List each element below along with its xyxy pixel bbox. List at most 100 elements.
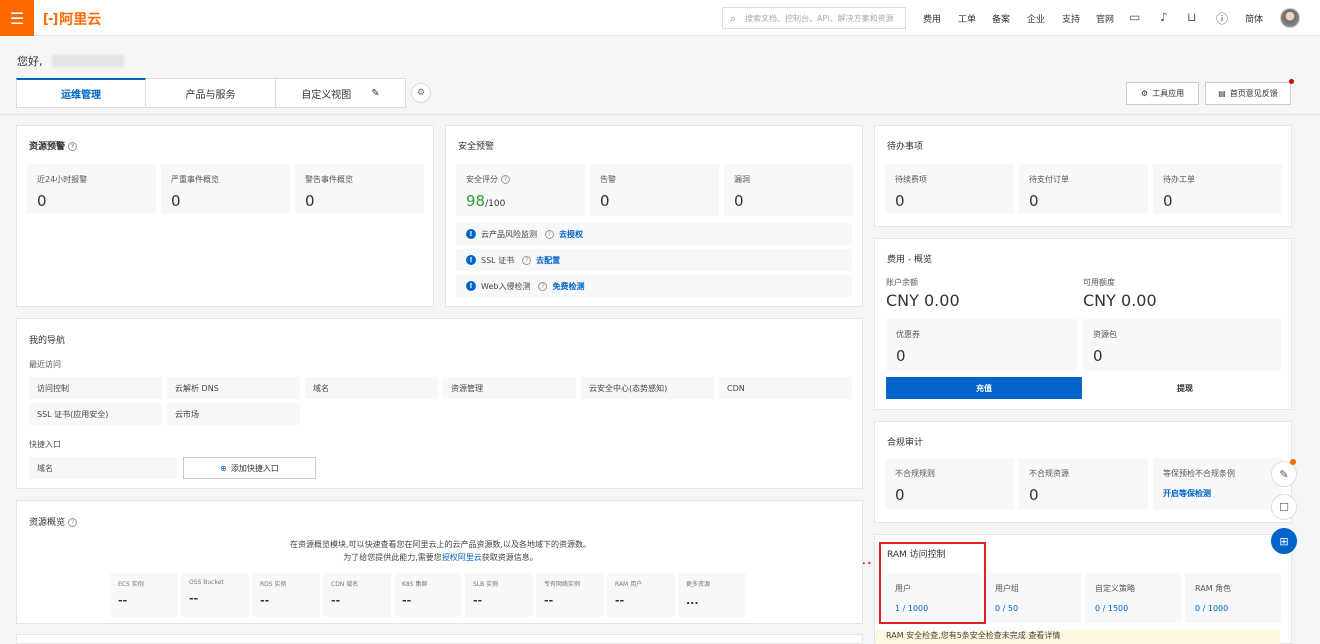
authorize-aliyun-link[interactable]: 授权阿里云 <box>442 553 482 562</box>
stat-label: 严重事件概览 <box>171 175 219 184</box>
cell-value: -- <box>189 592 199 605</box>
cell-value: -- <box>615 594 625 607</box>
nav-official-site[interactable]: 官网 <box>1096 12 1114 25</box>
compliance-title: 合规审计 <box>887 438 924 448</box>
recent-item[interactable]: 云安全中心(态势感知) <box>581 377 714 399</box>
recent-item[interactable]: 访问控制 <box>29 377 162 399</box>
ram-roles[interactable]: RAM 角色 0 / 1000 <box>1185 573 1281 623</box>
screen-icon[interactable]: ▭ <box>1129 10 1140 24</box>
help-icon[interactable]: ? <box>545 229 554 239</box>
resource-overview-card: 资源概览? 在资源概览模块,可以快速查看您在阿里云上的云产品资源数,以及各地域下… <box>16 500 863 624</box>
free-check-link[interactable]: 免费检测 <box>552 281 584 292</box>
withdraw-button[interactable]: 提现 <box>1087 377 1283 399</box>
alert-row-web-intrusion: ! Web入侵检测? 免费检测 <box>456 275 852 297</box>
stat-alerts-24h[interactable]: 近24小时报警 0 <box>27 164 156 214</box>
overview-cell[interactable]: 专有网络实例 -- <box>536 573 604 617</box>
cell-label: 专有网络实例 <box>544 581 581 588</box>
configure-link[interactable]: 去配置 <box>536 255 560 266</box>
security-vuln[interactable]: 漏洞 0 <box>724 164 853 216</box>
bell-icon[interactable]: ♪ <box>1160 10 1168 24</box>
document-icon: ▤ <box>1218 89 1226 98</box>
recent-item[interactable]: CDN <box>719 377 852 399</box>
divider <box>0 114 1320 115</box>
security-alarm[interactable]: 告警 0 <box>590 164 719 216</box>
tab-products[interactable]: 产品与服务 <box>146 78 276 108</box>
stat-warning[interactable]: 警告事件概览 0 <box>295 164 424 214</box>
cell-label: ECS 实例 <box>118 581 144 588</box>
enable-mlps-link[interactable]: 开启等保检测 <box>1163 488 1272 499</box>
coupon-stat[interactable]: 优惠券 0 <box>886 319 1078 371</box>
alert-row-ssl: ! SSL 证书? 去配置 <box>456 249 852 271</box>
overview-cell[interactable]: K8S 集群 -- <box>394 573 462 617</box>
todo-orders[interactable]: 待支付订单 0 <box>1019 164 1148 214</box>
search-input[interactable]: ⌕ 搜索文档、控制台、API、解决方案和资源 <box>722 7 906 29</box>
ram-policies-value[interactable]: 0 / 1500 <box>1095 604 1171 613</box>
help-icon[interactable]: ⓘ <box>1216 10 1228 27</box>
nav-billing[interactable]: 费用 <box>923 12 941 25</box>
add-shortcut-button[interactable]: ⊕ 添加快捷入口 <box>183 457 316 479</box>
menu-icon[interactable]: ☰ <box>0 0 34 36</box>
help-icon[interactable]: ? <box>501 175 510 184</box>
ram-groups-value[interactable]: 0 / 50 <box>995 604 1071 613</box>
overview-cell[interactable]: RDS 实例 -- <box>252 573 320 617</box>
todo-tickets[interactable]: 待办工单 0 <box>1153 164 1282 214</box>
overview-cell[interactable]: SLB 实例 -- <box>465 573 533 617</box>
overview-cell[interactable]: ECS 实例 -- <box>110 573 178 617</box>
view-tabs: 运维管理 产品与服务 自定义视图 ✎ <box>16 78 406 108</box>
balance-label: 账户余额 <box>886 278 918 287</box>
chat-icon[interactable]: ☐ <box>1271 494 1297 520</box>
overview-cell[interactable]: 更多资源... <box>678 573 746 617</box>
cart-icon[interactable]: ⊔ <box>1187 10 1196 24</box>
avatar[interactable] <box>1280 8 1300 28</box>
language-switch[interactable]: 简体 <box>1245 12 1263 25</box>
nav-enterprise[interactable]: 企业 <box>1027 12 1045 25</box>
stat-value: 0 <box>1029 486 1039 504</box>
settings-gear-icon[interactable]: ⚙ <box>411 83 431 103</box>
recent-item[interactable]: 云解析 DNS <box>167 377 300 399</box>
recent-item[interactable]: 资源管理 <box>443 377 576 399</box>
quick-item[interactable]: 域名 <box>29 457 177 479</box>
search-placeholder: 搜索文档、控制台、API、解决方案和资源 <box>745 13 894 23</box>
billing-title: 费用 - 概览 <box>887 255 932 265</box>
nav-ticket[interactable]: 工单 <box>958 12 976 25</box>
noncompliant-resources[interactable]: 不合规资源 0 <box>1019 458 1148 510</box>
recent-item[interactable]: SSL 证书(应用安全) <box>29 403 162 425</box>
recent-item[interactable]: 云市场 <box>167 403 300 425</box>
stat-value: 0 <box>1029 192 1039 210</box>
edit-icon[interactable]: ✎ <box>371 88 379 99</box>
feedback-button[interactable]: ▤ 首页意见反馈 <box>1205 82 1291 105</box>
help-icon[interactable]: ? <box>522 255 532 265</box>
recharge-button[interactable]: 充值 <box>886 377 1082 399</box>
stat-label: 不合规规则 <box>895 469 935 478</box>
package-stat[interactable]: 资源包 0 <box>1083 319 1281 371</box>
authorize-link[interactable]: 去授权 <box>559 229 583 240</box>
help-icon[interactable]: ? <box>538 281 548 291</box>
noncompliant-rules[interactable]: 不合规规则 0 <box>885 458 1014 510</box>
stat-value: 0 <box>895 192 905 210</box>
stat-label: 待办工单 <box>1163 175 1195 184</box>
stat-critical[interactable]: 严重事件概览 0 <box>161 164 290 214</box>
stat-value: 0 <box>734 192 744 210</box>
tab-ops[interactable]: 运维管理 <box>16 78 146 108</box>
ram-security-notice: RAM 安全检查,您有5条安全检查未完成 查看详情 <box>876 630 1280 644</box>
overview-cell[interactable]: CDN 域名 -- <box>323 573 391 617</box>
apps-grid-icon[interactable]: ⊞ <box>1271 528 1297 554</box>
ram-groups[interactable]: 用户组 0 / 50 <box>985 573 1081 623</box>
nav-icp[interactable]: 备案 <box>992 12 1010 25</box>
help-icon[interactable]: ? <box>68 142 78 151</box>
help-icon[interactable]: ? <box>68 518 78 527</box>
tools-button[interactable]: ⚙ 工具应用 <box>1126 82 1199 105</box>
security-score[interactable]: 安全评分? 98/100 <box>456 164 585 216</box>
tab-custom-view[interactable]: 自定义视图 ✎ <box>276 78 406 108</box>
ram-policies[interactable]: 自定义策略 0 / 1500 <box>1085 573 1181 623</box>
nav-support[interactable]: 支持 <box>1062 12 1080 25</box>
overview-cell[interactable]: RAM 用户 -- <box>607 573 675 617</box>
overview-cell[interactable]: OSS Bucket -- <box>181 573 249 617</box>
ram-roles-value[interactable]: 0 / 1000 <box>1195 604 1271 613</box>
stat-label: 用户组 <box>995 584 1019 593</box>
recent-item[interactable]: 域名 <box>305 377 438 399</box>
stat-label: 告警 <box>600 175 616 184</box>
todo-renew[interactable]: 待续费项 0 <box>885 164 1014 214</box>
score-label-text: 安全评分 <box>466 175 498 184</box>
logo[interactable]: [-] 阿里云 <box>43 9 101 29</box>
